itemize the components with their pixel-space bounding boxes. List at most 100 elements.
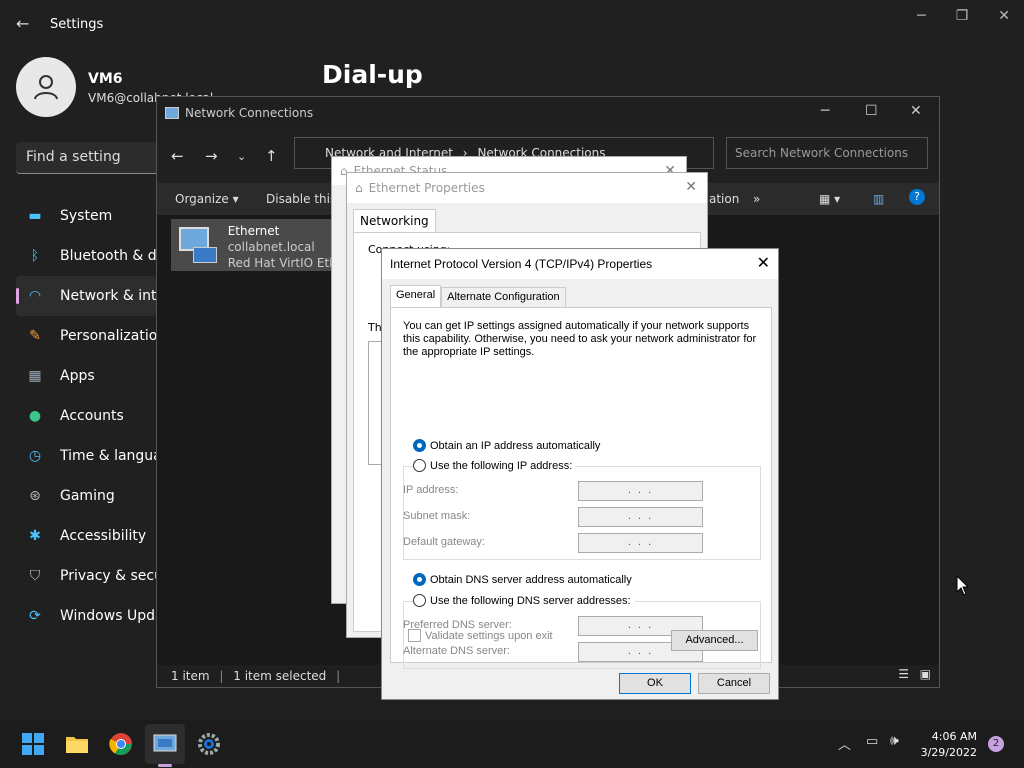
taskbar: ︿ ▭ 🕪 4:06 AM 3/29/2022 2 [0, 720, 1024, 768]
dialog-title: Ethernet Properties [368, 181, 485, 195]
sidebar-item-update[interactable]: ⟳Windows Update [16, 596, 156, 636]
network-status-icon[interactable]: ▭ [866, 734, 878, 749]
sidebar-item-bluetooth[interactable]: ᛒBluetooth & devices [16, 236, 156, 276]
diagnose-button[interactable]: ation [709, 192, 739, 206]
connection-domain: collabnet.local [227, 240, 315, 254]
radio-selected-icon [413, 439, 426, 452]
window-controls: ─ ❐ ✕ [917, 8, 1010, 24]
organize-button[interactable]: Organize ▾ [175, 192, 239, 206]
sidebar-item-accounts[interactable]: ● Accounts [16, 396, 156, 436]
search-input[interactable]: Find a setting [16, 142, 161, 174]
connection-name: Ethernet [227, 224, 280, 238]
more-button[interactable]: » [753, 192, 760, 206]
monitor-icon: ▬ [28, 208, 42, 224]
tab-general[interactable]: General [390, 285, 442, 307]
sidebar-item-system[interactable]: ▬ System [16, 196, 156, 236]
subnet-mask-field[interactable]: . . . [578, 507, 703, 527]
preview-pane-icon[interactable]: ▥ [873, 192, 884, 206]
radio-unselected-icon [413, 594, 426, 607]
close-icon[interactable]: ✕ [685, 179, 697, 195]
default-gateway-field[interactable]: . . . [578, 533, 703, 553]
windows-start-icon[interactable] [21, 732, 45, 756]
radio-selected-icon [413, 573, 426, 586]
close-icon[interactable]: ✕ [998, 8, 1010, 24]
list-item[interactable]: Ethernet collabnet.local Red Hat VirtIO … [171, 219, 341, 271]
validate-settings-checkbox[interactable]: Validate settings upon exit [408, 629, 553, 642]
view-icon[interactable]: ▦ ▾ [819, 192, 840, 206]
use-following-dns-radio[interactable]: Use the following DNS server addresses: [413, 594, 635, 607]
mouse-cursor-icon [956, 575, 970, 596]
ethernet-adapter-icon [175, 221, 222, 269]
sidebar-item-personalization[interactable]: ✎ Personalization [16, 316, 156, 356]
tab-alternate-configuration[interactable]: Alternate Configuration [441, 287, 566, 307]
close-icon[interactable]: ✕ [757, 253, 770, 273]
obtain-dns-auto-radio[interactable]: Obtain DNS server address automatically [413, 573, 636, 586]
clock[interactable]: 4:06 AM 3/29/2022 [921, 729, 977, 761]
ok-button[interactable]: OK [619, 673, 691, 694]
avatar[interactable] [16, 57, 76, 117]
ethernet-icon: ⌂ [355, 181, 363, 195]
sidebar-item-network[interactable]: ◠Network & internet [16, 276, 156, 316]
network-connections-taskbar-icon[interactable] [153, 732, 177, 756]
clock-icon: ◷ [28, 448, 42, 464]
description-text: You can get IP settings assigned automat… [403, 320, 757, 358]
forward-icon[interactable]: → [205, 147, 218, 165]
use-following-ip-radio[interactable]: Use the following IP address: [413, 459, 577, 472]
chrome-icon[interactable] [109, 732, 133, 756]
settings-gear-icon[interactable] [197, 732, 221, 756]
components-label: Th [368, 321, 382, 334]
volume-icon[interactable]: 🕪 [890, 733, 899, 749]
selected-count: 1 item selected [233, 669, 327, 683]
app-title: Settings [50, 17, 104, 32]
chevron-up-icon[interactable]: ︿ [838, 734, 851, 753]
ip-address-field[interactable]: . . . [578, 481, 703, 501]
notification-badge[interactable]: 2 [988, 736, 1004, 752]
maximize-icon[interactable]: ☐ [865, 103, 878, 119]
up-icon[interactable]: ↑ [265, 147, 278, 165]
tab-networking[interactable]: Networking [353, 209, 436, 233]
sidebar-nav: ▬System ᛒBluetooth & devices ◠Network & … [16, 196, 156, 636]
sidebar-item-apps[interactable]: ▦ Apps [16, 356, 156, 396]
restore-icon[interactable]: ❐ [956, 8, 969, 24]
ipv4-properties-dialog: Internet Protocol Version 4 (TCP/IPv4) P… [381, 248, 779, 700]
close-icon[interactable]: ✕ [910, 103, 922, 119]
bluetooth-icon: ᛒ [30, 248, 40, 264]
sidebar-item-gaming[interactable]: ⊛ Gaming [16, 476, 156, 516]
file-explorer-icon[interactable] [65, 732, 89, 756]
advanced-button[interactable]: Advanced... [671, 630, 758, 651]
checkbox-unchecked-icon [408, 629, 421, 642]
sidebar-item-privacy[interactable]: ⛉Privacy & security [16, 556, 156, 596]
user-name: VM6 [88, 71, 123, 87]
brush-icon: ✎ [29, 328, 41, 344]
back-icon[interactable]: ← [171, 147, 184, 165]
update-icon: ⟳ [29, 608, 41, 624]
obtain-ip-auto-radio[interactable]: Obtain an IP address automatically [413, 439, 605, 452]
dialog-title: Internet Protocol Version 4 (TCP/IPv4) P… [390, 257, 653, 271]
cancel-button[interactable]: Cancel [698, 673, 770, 694]
chevron-down-icon[interactable]: ⌄ [237, 150, 246, 163]
details-view-icon[interactable]: ☰ [898, 667, 909, 681]
minimize-icon[interactable]: ─ [821, 103, 829, 119]
search-input[interactable]: Search Network Connections [726, 137, 928, 169]
minimize-icon[interactable]: ─ [917, 8, 925, 24]
clock-date: 3/29/2022 [920, 746, 977, 759]
person-icon [34, 75, 58, 100]
accessibility-icon: ✱ [29, 528, 41, 544]
network-folder-icon [165, 107, 179, 119]
general-panel: You can get IP settings assigned automat… [390, 307, 772, 669]
page-title: Dial-up [322, 60, 423, 89]
back-arrow-icon[interactable]: ← [16, 14, 29, 33]
shield-icon: ⛉ [29, 568, 41, 584]
sidebar-item-time[interactable]: ◷Time & language [16, 436, 156, 476]
apps-icon: ▦ [28, 368, 42, 384]
nc-titlebar: Network Connections ─ ☐ ✕ [157, 97, 939, 129]
item-count: 1 item [171, 669, 210, 683]
active-indicator [158, 764, 172, 767]
nc-title: Network Connections [185, 106, 314, 120]
tiles-view-icon[interactable]: ▣ [920, 667, 931, 681]
person-icon: ● [28, 408, 42, 424]
gamepad-icon: ⊛ [29, 488, 41, 504]
wifi-icon: ◠ [28, 288, 42, 304]
sidebar-item-accessibility[interactable]: ✱ Accessibility [16, 516, 156, 556]
help-icon[interactable]: ? [909, 189, 925, 205]
